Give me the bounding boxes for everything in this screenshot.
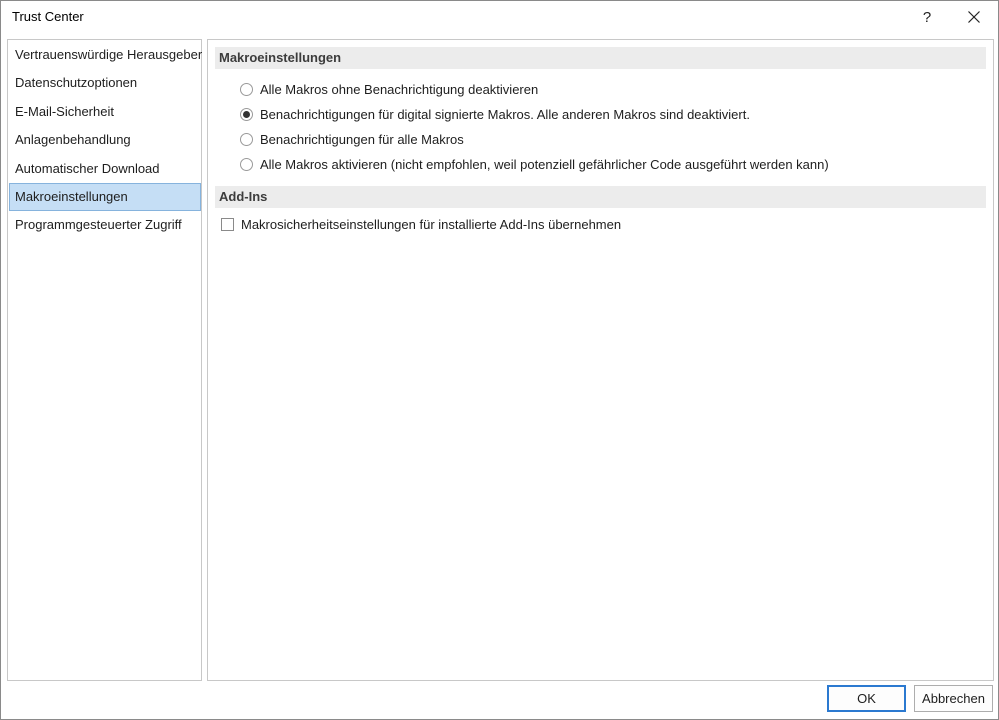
section-header-add-ins: Add-Ins: [215, 186, 986, 208]
window-title: Trust Center: [12, 9, 84, 24]
title-bar: Trust Center ?: [1, 1, 998, 33]
radio-label: Alle Makros aktivieren (nicht empfohlen,…: [260, 156, 829, 172]
radio-button[interactable]: [240, 82, 253, 96]
ok-button[interactable]: OK: [827, 685, 906, 712]
radio-button-selected[interactable]: [240, 107, 253, 121]
radio-option-notify-all-macros[interactable]: Benachrichtigungen für alle Makros: [240, 128, 464, 150]
sidebar-item-datenschutzoptionen[interactable]: Datenschutzoptionen: [9, 69, 201, 97]
section-header-makroeinstellungen: Makroeinstellungen: [215, 47, 986, 69]
sidebar-item-anlagenbehandlung[interactable]: Anlagenbehandlung: [9, 126, 201, 154]
trust-center-dialog: Trust Center ? Vertrauenswürdige Herausg…: [0, 0, 999, 720]
radio-option-notify-signed-macros[interactable]: Benachrichtigungen für digital signierte…: [240, 103, 750, 125]
checkbox-label: Makrosicherheitseinstellungen für instal…: [241, 216, 622, 232]
radio-button[interactable]: [240, 132, 253, 146]
sidebar-item-makroeinstellungen[interactable]: Makroeinstellungen: [9, 183, 201, 211]
close-button[interactable]: [952, 1, 996, 33]
sidebar-item-email-sicherheit[interactable]: E-Mail-Sicherheit: [9, 98, 201, 126]
sidebar-item-automatischer-download[interactable]: Automatischer Download: [9, 155, 201, 183]
checkbox-option-apply-macro-security-to-addins[interactable]: Makrosicherheitseinstellungen für instal…: [221, 213, 621, 235]
checkbox[interactable]: [221, 217, 234, 231]
cancel-button[interactable]: Abbrechen: [914, 685, 993, 712]
radio-button[interactable]: [240, 157, 253, 171]
radio-label: Benachrichtigungen für alle Makros: [260, 131, 464, 147]
help-button[interactable]: ?: [905, 1, 949, 33]
sidebar-item-programmgesteuerter-zugriff[interactable]: Programmgesteuerter Zugriff: [9, 211, 201, 239]
category-sidebar: Vertrauenswürdige Herausgeber Datenschut…: [7, 39, 202, 681]
radio-option-enable-all-macros[interactable]: Alle Makros aktivieren (nicht empfohlen,…: [240, 153, 829, 175]
radio-option-disable-all-without-notification[interactable]: Alle Makros ohne Benachrichtigung deakti…: [240, 78, 538, 100]
settings-panel: Makroeinstellungen Alle Makros ohne Bena…: [207, 39, 994, 681]
close-icon: [968, 11, 980, 23]
radio-label: Benachrichtigungen für digital signierte…: [260, 106, 750, 122]
radio-label: Alle Makros ohne Benachrichtigung deakti…: [260, 81, 539, 97]
sidebar-item-vertrauenswuerdige-herausgeber[interactable]: Vertrauenswürdige Herausgeber: [9, 41, 202, 69]
